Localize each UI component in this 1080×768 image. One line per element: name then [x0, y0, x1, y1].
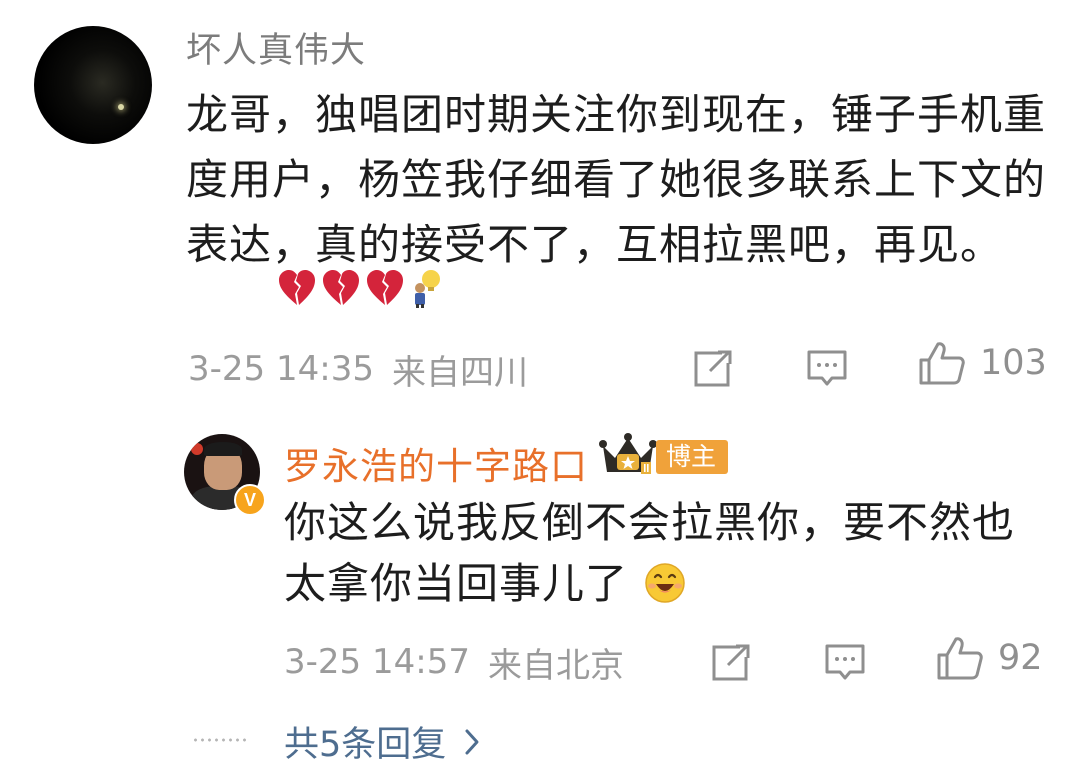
avatar[interactable] — [34, 26, 152, 144]
dotted-divider — [192, 738, 250, 742]
grinning-face-icon — [645, 563, 686, 603]
comment-like-button[interactable]: 103 — [918, 340, 1047, 386]
avatar-hair — [204, 442, 242, 456]
comment-icon — [825, 644, 865, 680]
comment-like-count: 103 — [980, 343, 1047, 383]
reply-username[interactable]: 罗永浩的十字路口 — [284, 436, 588, 490]
comment-icon — [807, 350, 847, 386]
comment-emoji-strip — [277, 266, 443, 310]
comment-location: 来自四川 — [391, 352, 528, 393]
broken-heart-icon — [279, 270, 315, 305]
broken-heart-icon — [367, 270, 403, 305]
comment-text: 龙哥，独唱团时期关注你到现在，锤子手机重度用户，杨笠我仔细看了她很多联系上下文的… — [186, 90, 1047, 269]
crown-icon — [599, 433, 657, 474]
comment-reply-button[interactable] — [806, 346, 848, 392]
more-replies-label: 共5条回复 — [284, 725, 447, 765]
chevron-right-icon — [465, 729, 479, 754]
avatar-logo — [191, 443, 203, 455]
reply-reply-button[interactable] — [824, 640, 866, 686]
reply-share-button[interactable] — [710, 640, 752, 686]
reply-time: 3-25 14:57 — [284, 642, 470, 682]
thumbs-up-icon — [919, 342, 965, 385]
verified-badge: V — [234, 484, 266, 516]
share-icon — [712, 644, 750, 681]
comment-thread: 坏人真伟大 龙哥，独唱团时期关注你到现在，锤子手机重度用户，杨笠我仔细看了她很多… — [0, 0, 1080, 768]
star-dot — [118, 104, 124, 110]
share-icon — [694, 350, 732, 387]
broken-heart-icon — [323, 270, 359, 305]
comment-time: 3-25 14:35 — [188, 349, 374, 389]
reply-like-button[interactable]: 92 — [936, 635, 1043, 681]
reply-meta: 3-25 14:57 来自北京 — [284, 641, 624, 686]
thumbs-up-icon — [937, 637, 983, 680]
lightbulb-person-icon — [415, 270, 440, 308]
blogger-badge: 博主 — [656, 440, 729, 474]
reply-text: 你这么说我反倒不会拉黑你，要不然也太拿你当回事儿了 — [284, 492, 1044, 614]
reply-like-count: 92 — [998, 638, 1043, 678]
comment-meta: 3-25 14:35 来自四川 — [188, 348, 528, 393]
reply-location: 来自北京 — [487, 645, 624, 686]
more-replies-link[interactable]: 共5条回复 — [284, 716, 480, 767]
comment-share-button[interactable] — [692, 346, 734, 392]
comment-username[interactable]: 坏人真伟大 — [186, 22, 366, 73]
